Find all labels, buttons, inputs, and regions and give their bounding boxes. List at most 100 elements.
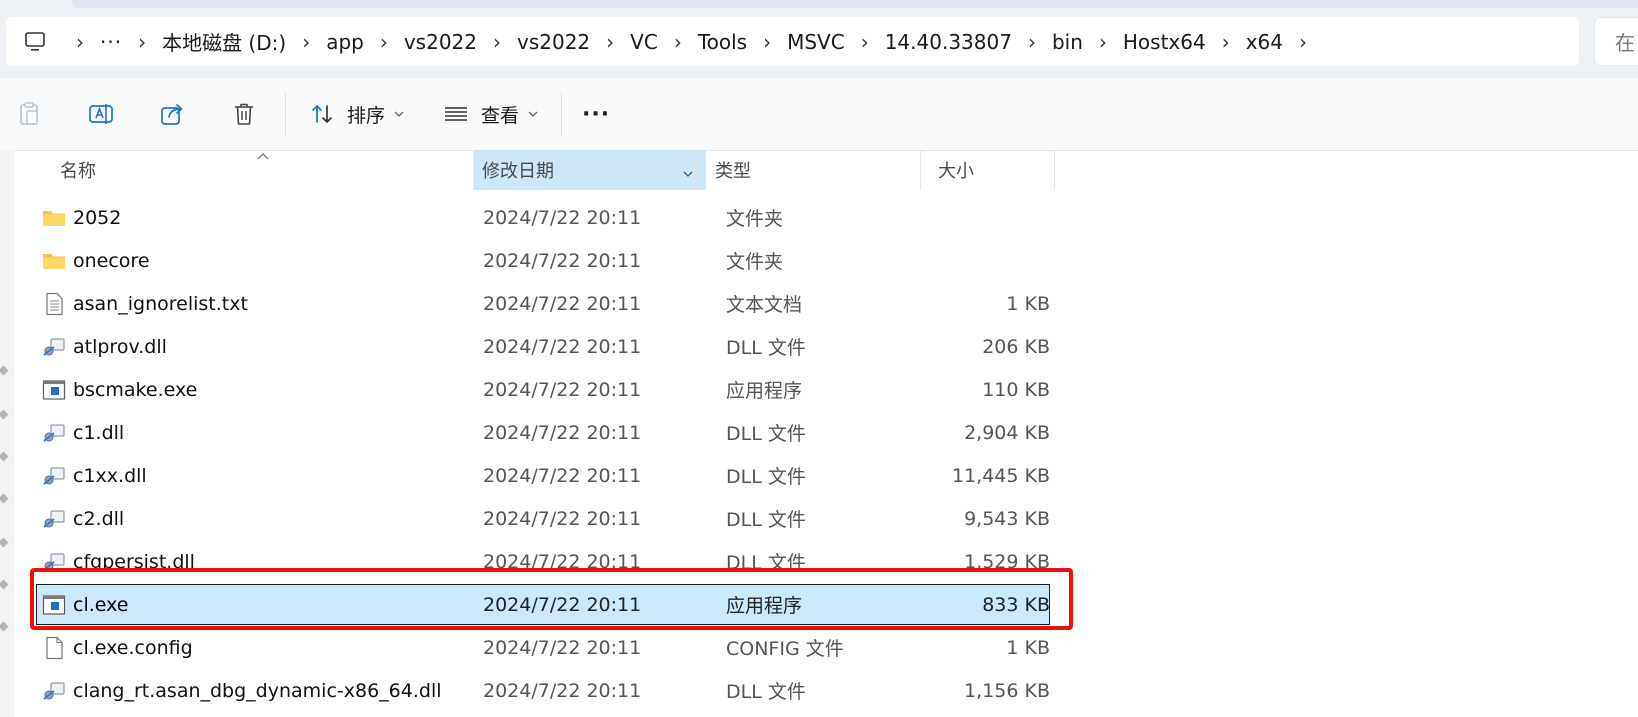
- dll-file-icon: [42, 507, 66, 531]
- chevron-right-icon[interactable]: ›: [380, 30, 388, 54]
- chevron-right-icon[interactable]: ›: [674, 30, 682, 54]
- file-size: 1,156 KB: [964, 679, 1050, 702]
- search-placeholder: 在: [1615, 31, 1635, 55]
- folder-icon: [42, 206, 66, 230]
- list-item[interactable]: c1.dll 2024/7/22 20:11 DLL 文件 2,904 KB: [36, 412, 1050, 453]
- expand-chevron-icon[interactable]: [0, 579, 9, 590]
- file-date: 2024/7/22 20:11: [483, 378, 642, 401]
- file-name: clang_rt.asan_dbg_dynamic-x86_64.dll: [73, 679, 442, 702]
- paste-icon: [14, 99, 44, 129]
- expand-chevron-icon[interactable]: [0, 621, 9, 632]
- file-size: 1 KB: [1006, 292, 1050, 315]
- search-input[interactable]: 在: [1594, 17, 1638, 66]
- breadcrumb-vc[interactable]: VC: [630, 30, 658, 54]
- breadcrumb-bin[interactable]: bin: [1052, 30, 1083, 54]
- view-list-icon: [441, 99, 471, 129]
- list-item[interactable]: clang_rt.asan_dbg_dynamic-x86_64.dll 202…: [36, 670, 1050, 711]
- file-type: DLL 文件: [726, 681, 806, 703]
- chevron-right-icon[interactable]: ›: [302, 30, 310, 54]
- address-bar[interactable]: › ··· › 本地磁盘 (D:) › app › vs2022 › vs202…: [6, 17, 1579, 66]
- file-size: 9,543 KB: [964, 507, 1050, 530]
- chevron-right-icon[interactable]: ›: [606, 30, 614, 54]
- chevron-right-icon[interactable]: ›: [861, 30, 869, 54]
- column-header-date[interactable]: 修改日期: [474, 150, 706, 190]
- file-date: 2024/7/22 20:11: [483, 292, 642, 315]
- breadcrumb-tools[interactable]: Tools: [698, 30, 747, 54]
- breadcrumb-x64[interactable]: x64: [1246, 30, 1283, 54]
- file-type: 文本文档: [726, 294, 803, 316]
- chevron-right-icon[interactable]: ›: [1028, 30, 1036, 54]
- file-name: c1.dll: [73, 421, 125, 444]
- column-divider[interactable]: [694, 150, 695, 190]
- column-divider[interactable]: [1054, 150, 1055, 190]
- file-date: 2024/7/22 20:11: [483, 679, 642, 702]
- navigation-pane-edge[interactable]: [0, 150, 14, 717]
- file-name: atlprov.dll: [73, 335, 167, 358]
- delete-button[interactable]: [229, 92, 259, 136]
- file-date: 2024/7/22 20:11: [483, 636, 642, 659]
- sort-ascending-icon: [256, 146, 270, 165]
- list-item[interactable]: c2.dll 2024/7/22 20:11 DLL 文件 9,543 KB: [36, 498, 1050, 539]
- list-item[interactable]: onecore 2024/7/22 20:11 文件夹: [36, 240, 1050, 281]
- chevron-right-icon[interactable]: ›: [138, 30, 146, 54]
- share-button[interactable]: [158, 92, 188, 136]
- breadcrumb-vs2022-sub[interactable]: vs2022: [517, 30, 590, 54]
- list-item[interactable]: atlprov.dll 2024/7/22 20:11 DLL 文件 206 K…: [36, 326, 1050, 367]
- file-date: 2024/7/22 20:11: [483, 464, 642, 487]
- file-size: 206 KB: [982, 335, 1050, 358]
- expand-chevron-icon[interactable]: [0, 409, 9, 420]
- tab-strip-edge: [72, 0, 1638, 8]
- view-button[interactable]: 查看: [441, 92, 539, 136]
- chevron-down-icon[interactable]: [682, 164, 694, 185]
- breadcrumb-hostx64[interactable]: Hostx64: [1123, 30, 1206, 54]
- expand-chevron-icon[interactable]: [0, 537, 9, 548]
- file-type: CONFIG 文件: [726, 638, 844, 660]
- expand-chevron-icon[interactable]: [0, 365, 9, 376]
- file-name: onecore: [73, 249, 150, 272]
- this-pc-icon[interactable]: [24, 31, 46, 53]
- list-item[interactable]: bscmake.exe 2024/7/22 20:11 应用程序 110 KB: [36, 369, 1050, 410]
- column-header-type[interactable]: 类型: [707, 150, 933, 190]
- file-name: cl.exe.config: [73, 636, 193, 659]
- file-type: DLL 文件: [726, 509, 806, 531]
- share-icon: [158, 99, 188, 129]
- chevron-right-icon[interactable]: ›: [1222, 30, 1230, 54]
- chevron-down-icon: [527, 108, 539, 120]
- more-options-button[interactable]: ···: [582, 92, 610, 136]
- file-size: 1 KB: [1006, 636, 1050, 659]
- list-item[interactable]: 2052 2024/7/22 20:11 文件夹: [36, 197, 1050, 238]
- expand-chevron-icon[interactable]: [0, 493, 9, 504]
- column-size-label: 大小: [938, 161, 974, 182]
- sort-button[interactable]: 排序: [307, 92, 405, 136]
- exe-file-icon: [42, 378, 66, 402]
- breadcrumb-msvc[interactable]: MSVC: [787, 30, 845, 54]
- expand-chevron-icon[interactable]: [0, 451, 9, 462]
- dll-file-icon: [42, 421, 66, 445]
- breadcrumb-version[interactable]: 14.40.33807: [885, 30, 1012, 54]
- chevron-right-icon[interactable]: ›: [76, 30, 84, 54]
- file-size: 11,445 KB: [951, 464, 1050, 487]
- list-item[interactable]: asan_ignorelist.txt 2024/7/22 20:11 文本文档…: [36, 283, 1050, 324]
- rename-icon: [86, 99, 116, 129]
- file-date: 2024/7/22 20:11: [483, 206, 642, 229]
- paste-button[interactable]: [14, 92, 44, 136]
- breadcrumb-overflow-button[interactable]: ···: [100, 30, 122, 54]
- breadcrumb-app[interactable]: app: [326, 30, 364, 54]
- title-strip: › ··· › 本地磁盘 (D:) › app › vs2022 › vs202…: [0, 0, 1638, 78]
- chevron-down-icon: [393, 108, 405, 120]
- text-file-icon: [42, 292, 66, 316]
- list-item[interactable]: c1xx.dll 2024/7/22 20:11 DLL 文件 11,445 K…: [36, 455, 1050, 496]
- column-divider[interactable]: [920, 150, 921, 190]
- column-header-size[interactable]: 大小: [930, 150, 1068, 190]
- chevron-right-icon[interactable]: ›: [1099, 30, 1107, 54]
- breadcrumb-drive-d[interactable]: 本地磁盘 (D:): [162, 27, 286, 56]
- rename-button[interactable]: [86, 92, 116, 136]
- list-item[interactable]: cl.exe.config 2024/7/22 20:11 CONFIG 文件 …: [36, 627, 1050, 668]
- file-date: 2024/7/22 20:11: [483, 421, 642, 444]
- breadcrumb-vs2022[interactable]: vs2022: [404, 30, 477, 54]
- file-size: 2,904 KB: [964, 421, 1050, 444]
- chevron-right-icon[interactable]: ›: [763, 30, 771, 54]
- sort-arrows-icon: [307, 99, 337, 129]
- chevron-right-icon[interactable]: ›: [1299, 30, 1307, 54]
- chevron-right-icon[interactable]: ›: [493, 30, 501, 54]
